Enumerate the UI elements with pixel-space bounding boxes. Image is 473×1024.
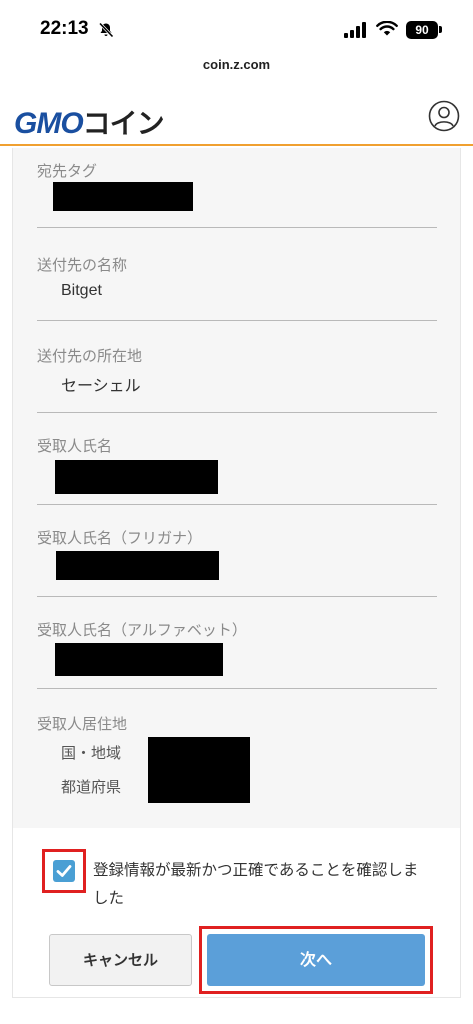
field-label: 送付先の所在地 <box>37 347 143 365</box>
redacted-value <box>148 737 250 803</box>
sub-label-prefecture: 都道府県 <box>61 778 122 796</box>
cancel-button[interactable]: キャンセル <box>49 934 192 986</box>
action-panel: 登録情報が最新かつ正確であることを確認しました キャンセル 次へ <box>12 828 461 998</box>
next-button-highlight: 次へ <box>199 926 433 994</box>
logo-coin-text: コイン <box>82 107 165 140</box>
site-header: GMOコイン <box>0 88 473 146</box>
field-destination-tag: 宛先タグ <box>37 148 437 228</box>
field-label: 宛先タグ <box>37 162 98 180</box>
confirm-checkbox-label[interactable]: 登録情報が最新かつ正確であることを確認しました <box>93 856 433 912</box>
field-receiver-name-alphabet: 受取人氏名（アルファベット） <box>37 597 437 689</box>
field-recipient-location: 送付先の所在地 セーシェル <box>37 321 437 413</box>
field-label: 送付先の名称 <box>37 256 128 274</box>
checkbox-highlight <box>42 849 86 893</box>
field-value: セーシェル <box>61 378 141 395</box>
url-bar[interactable]: coin.z.com <box>0 57 473 72</box>
user-account-icon[interactable] <box>428 100 460 132</box>
field-label: 受取人居住地 <box>37 715 128 733</box>
redacted-value <box>55 460 218 494</box>
sub-label-country: 国・地域 <box>61 744 122 762</box>
battery-indicator: 90 <box>406 21 438 39</box>
battery-tip <box>439 26 442 33</box>
status-time: 22:13 <box>40 18 89 39</box>
field-label: 受取人氏名（フリガナ） <box>37 529 203 547</box>
logo-gmo-text: GMO <box>14 107 84 140</box>
field-recipient-name-entity: 送付先の名称 Bitget <box>37 228 437 321</box>
signal-icon <box>344 22 366 38</box>
gmo-coin-logo[interactable]: GMOコイン <box>14 102 165 142</box>
field-receiver-name-kana: 受取人氏名（フリガナ） <box>37 505 437 597</box>
field-label: 受取人氏名 <box>37 437 113 455</box>
next-button[interactable]: 次へ <box>207 934 425 986</box>
status-bar: 22:13 90 <box>0 0 473 58</box>
confirm-checkbox[interactable] <box>53 860 75 882</box>
redacted-value <box>55 643 223 676</box>
wifi-icon <box>376 21 398 36</box>
field-label: 受取人氏名（アルファベット） <box>37 621 247 639</box>
confirmation-details: 宛先タグ 送付先の名称 Bitget 送付先の所在地 セーシェル 受取人氏名 受… <box>12 148 461 828</box>
redacted-value <box>53 182 193 211</box>
bell-muted-icon <box>98 22 114 38</box>
field-value: Bitget <box>61 282 102 299</box>
checkmark-icon <box>56 865 72 877</box>
field-receiver-name: 受取人氏名 <box>37 413 437 505</box>
field-receiver-residence: 受取人居住地 国・地域 都道府県 <box>37 689 437 828</box>
redacted-value <box>56 551 219 580</box>
